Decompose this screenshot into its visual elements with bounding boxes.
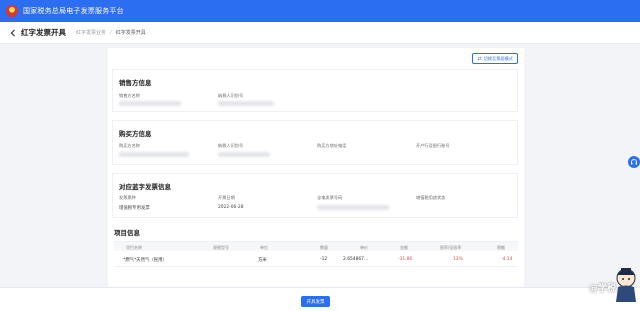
cell-tax: -4.14 (501, 256, 513, 262)
cell-name: *燃气*天然气（民用） (123, 257, 167, 263)
watermark-text: @学税 (589, 284, 617, 294)
breadcrumb-separator: / (110, 29, 112, 36)
col-header-tax: 税额 (497, 244, 505, 250)
items-table: 项目名称 规格型号 单位 数量 单价 金额 税率/征收率 税额 *燃气*天然气（… (114, 241, 518, 267)
buyer-address-label: 购买方地址电话 (317, 143, 347, 148)
col-header-amount: 金额 (400, 244, 408, 250)
buyer-section-title: 购买方信息 (119, 130, 152, 138)
watermark: @学税 (566, 262, 640, 308)
col-header-spec: 规格型号 (213, 244, 229, 250)
sub-header: 红字发票开具 红字发票业务 / 红字发票开具 (0, 22, 640, 44)
invoice-number-label: 全电发票号码 (317, 195, 343, 200)
cell-amount: -31.86 (398, 256, 413, 262)
switch-mode-label: 切换至票面模式 (483, 55, 513, 61)
main-card: ⇄ 切换至票面模式 销售方信息 销售方名称 纳税人识别号 购买方信息 购买方名称… (108, 48, 524, 287)
seller-name-value-redacted (119, 101, 181, 106)
invoice-date-value: 2022-06-28 (218, 205, 244, 210)
issue-invoice-button[interactable]: 开具发票 (301, 296, 330, 307)
col-header-price: 单价 (360, 244, 368, 250)
seller-tax-id-label: 纳税人识别号 (218, 93, 244, 98)
invoice-number-value-redacted (317, 205, 389, 210)
items-table-header: 项目名称 规格型号 单位 数量 单价 金额 税率/征收率 税额 (114, 241, 518, 251)
blue-invoice-section-title: 对应蓝字发票信息 (119, 183, 171, 191)
invoice-date-label: 开票日期 (218, 195, 235, 200)
invoice-type-label: 发票票种 (119, 195, 136, 200)
app-title: 国家税务总局电子发票服务平台 (23, 7, 124, 15)
items-section-title: 项目信息 (114, 229, 140, 237)
breadcrumb-item-red-invoice-business[interactable]: 红字发票业务 (76, 29, 106, 36)
cell-qty: -12 (320, 256, 328, 262)
col-header-rate: 税率/征收率 (440, 244, 462, 250)
buyer-section: 购买方信息 购买方名称 纳税人识别号 购买方地址电话 开户行及银行账号 (112, 120, 518, 165)
col-header-qty: 数量 (320, 244, 328, 250)
tax-emblem-logo (6, 5, 18, 17)
back-arrow-icon[interactable] (8, 28, 18, 38)
switch-icon: ⇄ (477, 55, 482, 62)
seller-section: 销售方信息 销售方名称 纳税人识别号 (112, 69, 518, 112)
buyer-tax-id-value-redacted (218, 152, 270, 157)
cell-rate: 13% (453, 256, 463, 262)
col-header-unit: 单位 (260, 244, 268, 250)
top-header: 国家税务总局电子发票服务平台 (0, 0, 640, 22)
seller-tax-id-value-redacted (218, 101, 274, 106)
usage-status-label: 增值税用途状态 (416, 195, 446, 200)
blue-invoice-section: 对应蓝字发票信息 发票票种 开票日期 全电发票号码 增值税用途状态 增值税专用发… (112, 173, 518, 218)
switch-mode-button[interactable]: ⇄ 切换至票面模式 (472, 53, 518, 64)
headset-icon[interactable] (628, 156, 640, 168)
table-row[interactable]: *燃气*天然气（民用） 方米 -12 2.654867... -31.86 13… (114, 251, 518, 267)
cell-unit: 方米 (258, 257, 267, 263)
cell-price: 2.654867... (343, 256, 369, 262)
breadcrumb: 红字发票业务 / 红字发票开具 (76, 29, 146, 37)
buyer-name-label: 购买方名称 (119, 143, 140, 148)
seller-section-title: 销售方信息 (119, 79, 152, 87)
page-title: 红字发票开具 (21, 28, 66, 37)
breadcrumb-item-current: 红字发票开具 (115, 30, 146, 36)
invoice-type-value: 增值税专用发票 (119, 206, 150, 211)
buyer-bank-label: 开户行及银行账号 (416, 143, 450, 148)
buyer-name-value-redacted (119, 152, 189, 157)
buyer-tax-id-label: 纳税人识别号 (218, 143, 244, 148)
col-header-name: 项目名称 (126, 244, 142, 250)
seller-name-label: 销售方名称 (119, 93, 140, 98)
